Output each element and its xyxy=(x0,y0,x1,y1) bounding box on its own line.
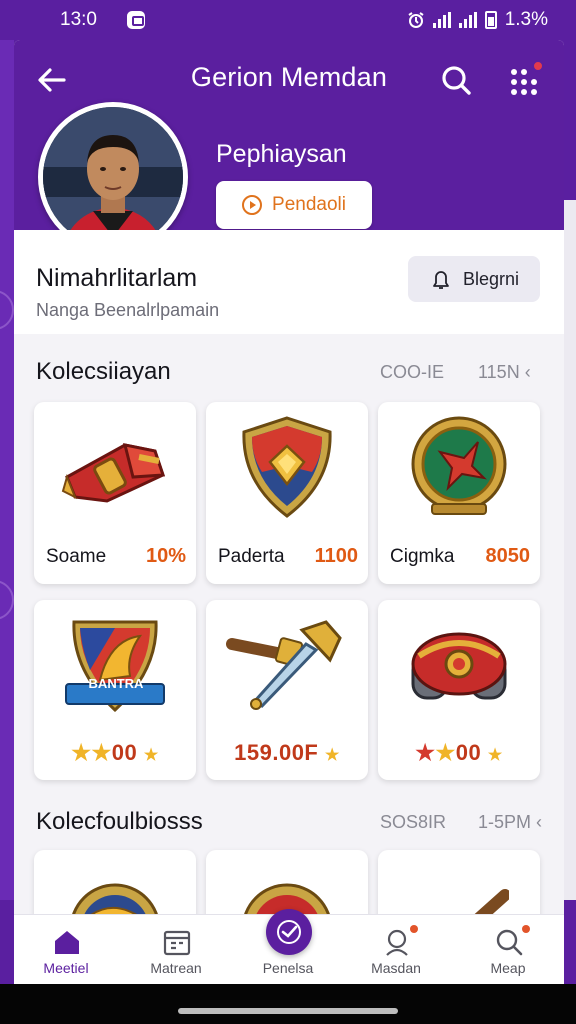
system-navigation-bar xyxy=(0,984,576,1024)
signal-icon xyxy=(432,12,451,28)
star-icon: ★ xyxy=(487,747,503,764)
tab-label: Meetiel xyxy=(43,960,89,976)
rating-value: 00 xyxy=(455,740,482,765)
gauntlet-icon xyxy=(34,402,196,532)
card-value: 1100 xyxy=(314,545,358,567)
search-button[interactable] xyxy=(438,62,474,98)
section-sort[interactable]: 1-5PM ‹ xyxy=(478,812,542,833)
battery-percent: 1.3% xyxy=(504,9,548,30)
tab-label: Matrean xyxy=(150,960,202,976)
star-icon: ★ xyxy=(415,740,436,765)
card-value: 10% xyxy=(145,545,186,567)
shield-icon xyxy=(206,402,368,532)
star-icon: ★ xyxy=(435,740,456,765)
tab-search[interactable]: Meap xyxy=(460,915,556,984)
card-rating: ★★00 ★ xyxy=(34,740,196,766)
star-icon: ★ xyxy=(143,747,159,764)
section-header-collection: Kolecsiiayan COO-IE 115N ‹ xyxy=(14,350,564,390)
profile-name: Pephiaysan xyxy=(216,140,347,168)
item-card[interactable]: ★★00 ★ xyxy=(378,600,540,780)
bottom-tab-bar: Meetiel Matrean Penelsa Masdan Meap xyxy=(14,909,564,984)
app-window: Gerion Memdan Pephiaysan Pendaoli Nimahr… xyxy=(14,40,564,984)
section-sort[interactable]: 115N ‹ xyxy=(478,362,531,383)
tab-check[interactable]: Penelsa xyxy=(240,909,336,984)
medal-icon xyxy=(378,402,540,532)
card-rating: ★★00 ★ xyxy=(378,740,540,766)
item-card[interactable]: BANTRA ★★00 ★ xyxy=(34,600,196,780)
home-icon xyxy=(55,931,79,954)
tab-label: Meap xyxy=(490,960,526,976)
card-rating: 159.00F ★ xyxy=(206,740,368,766)
background-strip-right xyxy=(562,200,576,900)
notification-badge xyxy=(532,60,544,72)
rating-value: 159.00F xyxy=(234,740,319,765)
tab-calendar[interactable]: Matrean xyxy=(128,915,224,984)
battery-icon xyxy=(484,11,497,29)
tab-home[interactable]: Meetiel xyxy=(18,915,114,984)
message-button[interactable]: Blegrni xyxy=(408,256,540,302)
status-time: 13:0 xyxy=(60,9,97,30)
play-circle-icon xyxy=(242,195,263,215)
card-value: 8050 xyxy=(485,545,531,567)
notification-dot xyxy=(522,925,530,933)
signal-icon-2 xyxy=(458,12,477,28)
item-card[interactable]: Soame 10% xyxy=(34,402,196,584)
banner-text: BANTRA xyxy=(88,676,144,691)
follow-label: Pendaoli xyxy=(272,194,346,215)
item-card[interactable]: Paderta 1100 xyxy=(206,402,368,584)
card-label: Paderta xyxy=(218,546,285,567)
section-title: Kolecsiiayan xyxy=(36,358,171,385)
bracer-icon xyxy=(378,600,540,730)
section-title: Kolecfoulbiosss xyxy=(36,808,203,835)
profile-header: Gerion Memdan Pephiaysan Pendaoli xyxy=(14,40,564,252)
person-icon xyxy=(386,929,408,956)
search-icon xyxy=(496,929,523,956)
star-icon: ★ xyxy=(325,747,340,764)
tab-label: Masdan xyxy=(371,960,421,976)
rating-value: 00 xyxy=(111,740,138,765)
search-icon xyxy=(442,66,471,95)
flag-shield-icon xyxy=(34,600,196,730)
card-label: Soame xyxy=(46,546,107,567)
star-icon: ★ xyxy=(91,740,112,765)
section-header-collection-2: Kolecfoulbiosss SOS8IR 1-5PM ‹ xyxy=(14,800,564,840)
section-meta[interactable]: SOS8IR xyxy=(380,812,446,833)
tab-label: Penelsa xyxy=(262,960,314,976)
tab-person[interactable]: Masdan xyxy=(348,915,444,984)
calendar-icon xyxy=(163,930,191,956)
star-icon: ★ xyxy=(71,740,92,765)
profile-info: Nimahrlitarlam Nanga Beenalrlpamain Bleg… xyxy=(14,230,564,334)
item-card[interactable]: 159.00F ★ xyxy=(206,600,368,780)
check-icon xyxy=(277,920,301,944)
user-name: Nimahrlitarlam xyxy=(36,264,198,292)
follow-button[interactable]: Pendaoli xyxy=(216,181,372,229)
card-label: Cigmka xyxy=(390,546,455,567)
fab-button[interactable] xyxy=(266,909,312,955)
user-subtitle: Nanga Beenalrlpamain xyxy=(36,300,220,320)
status-bar: 13:0 1.3% xyxy=(0,0,576,40)
message-notification-icon xyxy=(126,11,145,29)
section-meta[interactable]: COO-IE xyxy=(380,362,444,383)
message-label: Blegrni xyxy=(462,268,520,289)
sword-icon xyxy=(206,600,368,730)
item-card[interactable]: Cigmka 8050 xyxy=(378,402,540,584)
page-title: Gerion Memdan xyxy=(190,62,388,92)
alarm-icon xyxy=(408,12,424,28)
home-gesture-bar[interactable] xyxy=(178,1008,398,1014)
bell-icon xyxy=(433,271,449,289)
notification-dot xyxy=(410,925,418,933)
person-portrait-icon xyxy=(43,107,183,247)
background-strip-left xyxy=(0,40,14,900)
